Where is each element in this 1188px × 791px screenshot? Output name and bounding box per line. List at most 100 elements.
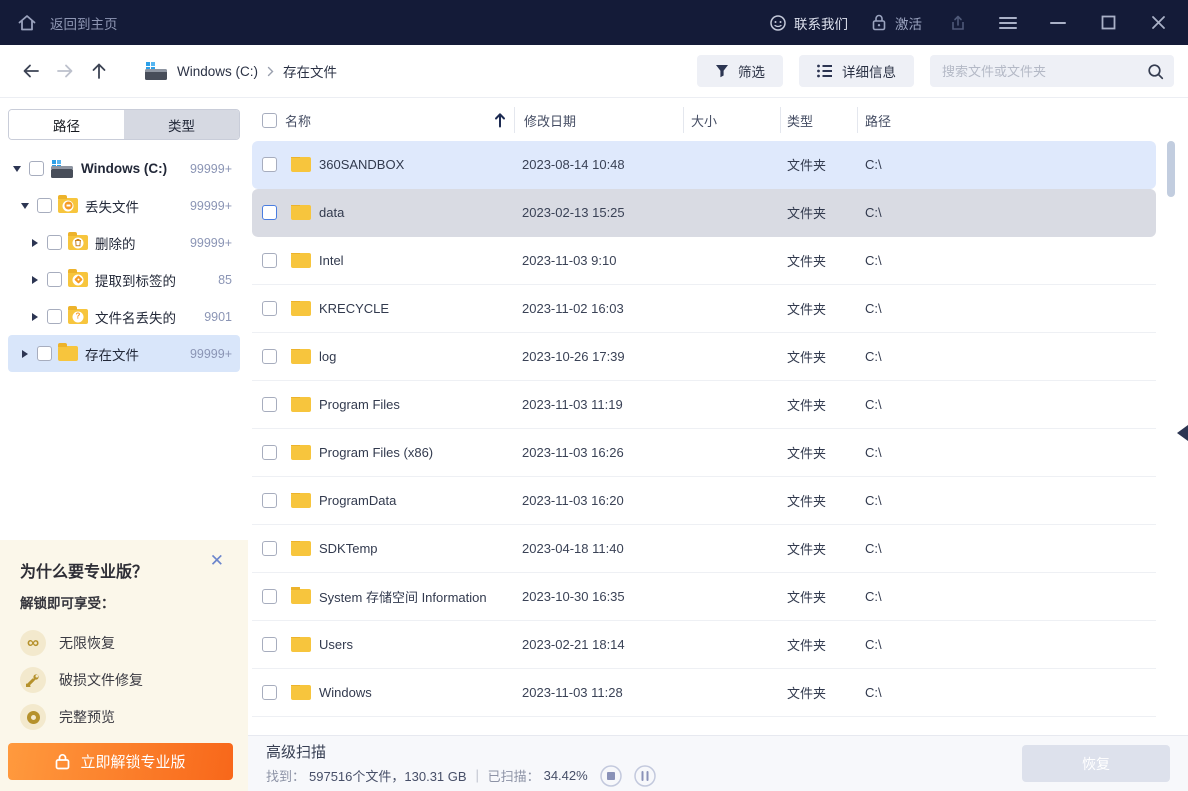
table-row[interactable]: Program Files (x86) 2023-11-03 16:26 文件夹…	[252, 429, 1156, 477]
file-date: 2023-10-30 16:35	[514, 589, 683, 604]
row-checkbox[interactable]	[262, 685, 277, 700]
row-checkbox[interactable]	[262, 541, 277, 556]
nav-back-button[interactable]	[14, 54, 48, 88]
table-row[interactable]: System 存储空间 Information 2023-10-30 16:35…	[252, 573, 1156, 621]
expand-collapse-icon[interactable]	[18, 203, 32, 209]
folder-icon	[291, 541, 311, 556]
tree-item-existing-files[interactable]: 存在文件 99999+	[8, 335, 240, 372]
column-label: 路径	[865, 111, 891, 130]
tree-checkbox[interactable]	[29, 161, 44, 176]
filter-label: 筛选	[738, 61, 765, 81]
table-row[interactable]: Program Files 2023-11-03 11:19 文件夹 C:\	[252, 381, 1156, 429]
expand-collapse-icon[interactable]	[28, 276, 42, 284]
row-checkbox[interactable]	[262, 253, 277, 268]
search-input[interactable]	[942, 64, 1147, 79]
back-to-home-button[interactable]: 返回到主页	[16, 12, 118, 34]
search-box[interactable]	[930, 55, 1174, 87]
tree-checkbox[interactable]	[37, 346, 52, 361]
lock-icon	[870, 13, 888, 32]
breadcrumb-drive[interactable]: Windows (C:)	[177, 64, 258, 79]
tree-item-count: 99999+	[190, 347, 232, 361]
search-icon[interactable]	[1147, 63, 1164, 80]
expand-collapse-icon[interactable]	[28, 313, 42, 321]
vertical-scrollbar[interactable]	[1167, 141, 1175, 197]
sort-ascending-icon[interactable]	[494, 113, 506, 128]
nav-forward-button[interactable]	[48, 54, 82, 88]
column-label: 大小	[691, 111, 717, 130]
activate-button[interactable]: 激活	[870, 13, 922, 33]
table-row[interactable]: data 2023-02-13 15:25 文件夹 C:\	[252, 189, 1156, 237]
nav-up-button[interactable]	[82, 54, 116, 88]
column-header-type[interactable]: 类型	[780, 111, 857, 130]
tree-checkbox[interactable]	[37, 198, 52, 213]
table-row[interactable]: Users 2023-02-21 18:14 文件夹 C:\	[252, 621, 1156, 669]
file-date: 2023-11-03 11:28	[514, 685, 683, 700]
column-header-date[interactable]: 修改日期	[514, 111, 683, 130]
tab-type[interactable]: 类型	[124, 110, 239, 139]
row-checkbox[interactable]	[262, 349, 277, 364]
file-path: C:\	[857, 397, 1156, 412]
tree-checkbox[interactable]	[47, 272, 62, 287]
tab-path[interactable]: 路径	[9, 110, 124, 139]
expand-collapse-icon[interactable]	[28, 239, 42, 247]
row-checkbox[interactable]	[262, 205, 277, 220]
tree-item-windows-c[interactable]: Windows (C:) 99999+	[8, 150, 240, 187]
preview-panel-toggle-icon[interactable]	[1177, 425, 1188, 441]
scanned-value: 34.42%	[544, 768, 588, 783]
unlock-pro-button[interactable]: 立即解锁专业版	[8, 743, 233, 780]
minimize-icon	[1050, 21, 1066, 25]
column-header-path[interactable]: 路径	[857, 111, 1188, 130]
column-label: 修改日期	[524, 111, 576, 130]
table-row[interactable]: log 2023-10-26 17:39 文件夹 C:\	[252, 333, 1156, 381]
contact-us-button[interactable]: 联系我们	[769, 13, 848, 33]
row-checkbox[interactable]	[262, 157, 277, 172]
tree-item-count: 9901	[204, 310, 232, 324]
minimize-button[interactable]	[1044, 9, 1072, 37]
tree-item-deleted[interactable]: 删除的 99999+	[8, 224, 240, 261]
column-header-name[interactable]: 名称	[248, 111, 514, 130]
maximize-button[interactable]	[1094, 9, 1122, 37]
expand-collapse-icon[interactable]	[10, 166, 24, 172]
close-button[interactable]	[1144, 9, 1172, 37]
breadcrumb: Windows (C:) 存在文件	[144, 61, 337, 81]
menu-button[interactable]	[994, 9, 1022, 37]
table-row[interactable]: SDKTemp 2023-04-18 11:40 文件夹 C:\	[252, 525, 1156, 573]
tree-checkbox[interactable]	[47, 309, 62, 324]
arrow-up-icon	[90, 61, 108, 81]
row-checkbox[interactable]	[262, 301, 277, 316]
select-all-checkbox[interactable]	[262, 113, 277, 128]
file-date: 2023-02-21 18:14	[514, 637, 683, 652]
file-list: 名称 修改日期 大小 类型 路径 360SANDBOX 2023-08-14 1…	[248, 99, 1188, 735]
table-row[interactable]: ProgramData 2023-11-03 16:20 文件夹 C:\	[252, 477, 1156, 525]
details-button[interactable]: 详细信息	[799, 55, 914, 87]
table-row[interactable]: Windows 2023-11-03 11:28 文件夹 C:\	[252, 669, 1156, 717]
preview-icon	[20, 704, 46, 730]
tree-item-lost-names[interactable]: ? 文件名丢失的 9901	[8, 298, 240, 335]
recover-button[interactable]: 恢复	[1022, 745, 1170, 782]
table-row[interactable]: Intel 2023-11-03 9:10 文件夹 C:\	[252, 237, 1156, 285]
tree-item-tagged[interactable]: 提取到标签的 85	[8, 261, 240, 298]
share-button[interactable]	[944, 9, 972, 37]
tree-checkbox[interactable]	[47, 235, 62, 250]
pause-scan-button[interactable]	[634, 765, 656, 787]
table-row[interactable]: 360SANDBOX 2023-08-14 10:48 文件夹 C:\	[252, 141, 1156, 189]
row-checkbox[interactable]	[262, 445, 277, 460]
breadcrumb-current[interactable]: 存在文件	[283, 61, 337, 81]
file-name: Program Files (x86)	[319, 445, 433, 460]
row-checkbox[interactable]	[262, 637, 277, 652]
hamburger-menu-icon	[999, 16, 1017, 30]
row-checkbox[interactable]	[262, 397, 277, 412]
filter-button[interactable]: 筛选	[697, 55, 783, 87]
tree-item-label: 文件名丢失的	[95, 307, 176, 327]
file-date: 2023-02-13 15:25	[514, 205, 683, 220]
tree-item-lost-files[interactable]: 丢失文件 99999+	[8, 187, 240, 224]
promo-close-icon[interactable]: ✕	[210, 552, 224, 569]
row-checkbox[interactable]	[262, 589, 277, 604]
expand-collapse-icon[interactable]	[18, 350, 32, 358]
column-header-size[interactable]: 大小	[683, 111, 780, 130]
table-row[interactable]: KRECYCLE 2023-11-02 16:03 文件夹 C:\	[252, 285, 1156, 333]
chevron-right-icon	[267, 66, 274, 77]
file-type: 文件夹	[780, 635, 857, 654]
stop-scan-button[interactable]	[600, 765, 622, 787]
row-checkbox[interactable]	[262, 493, 277, 508]
